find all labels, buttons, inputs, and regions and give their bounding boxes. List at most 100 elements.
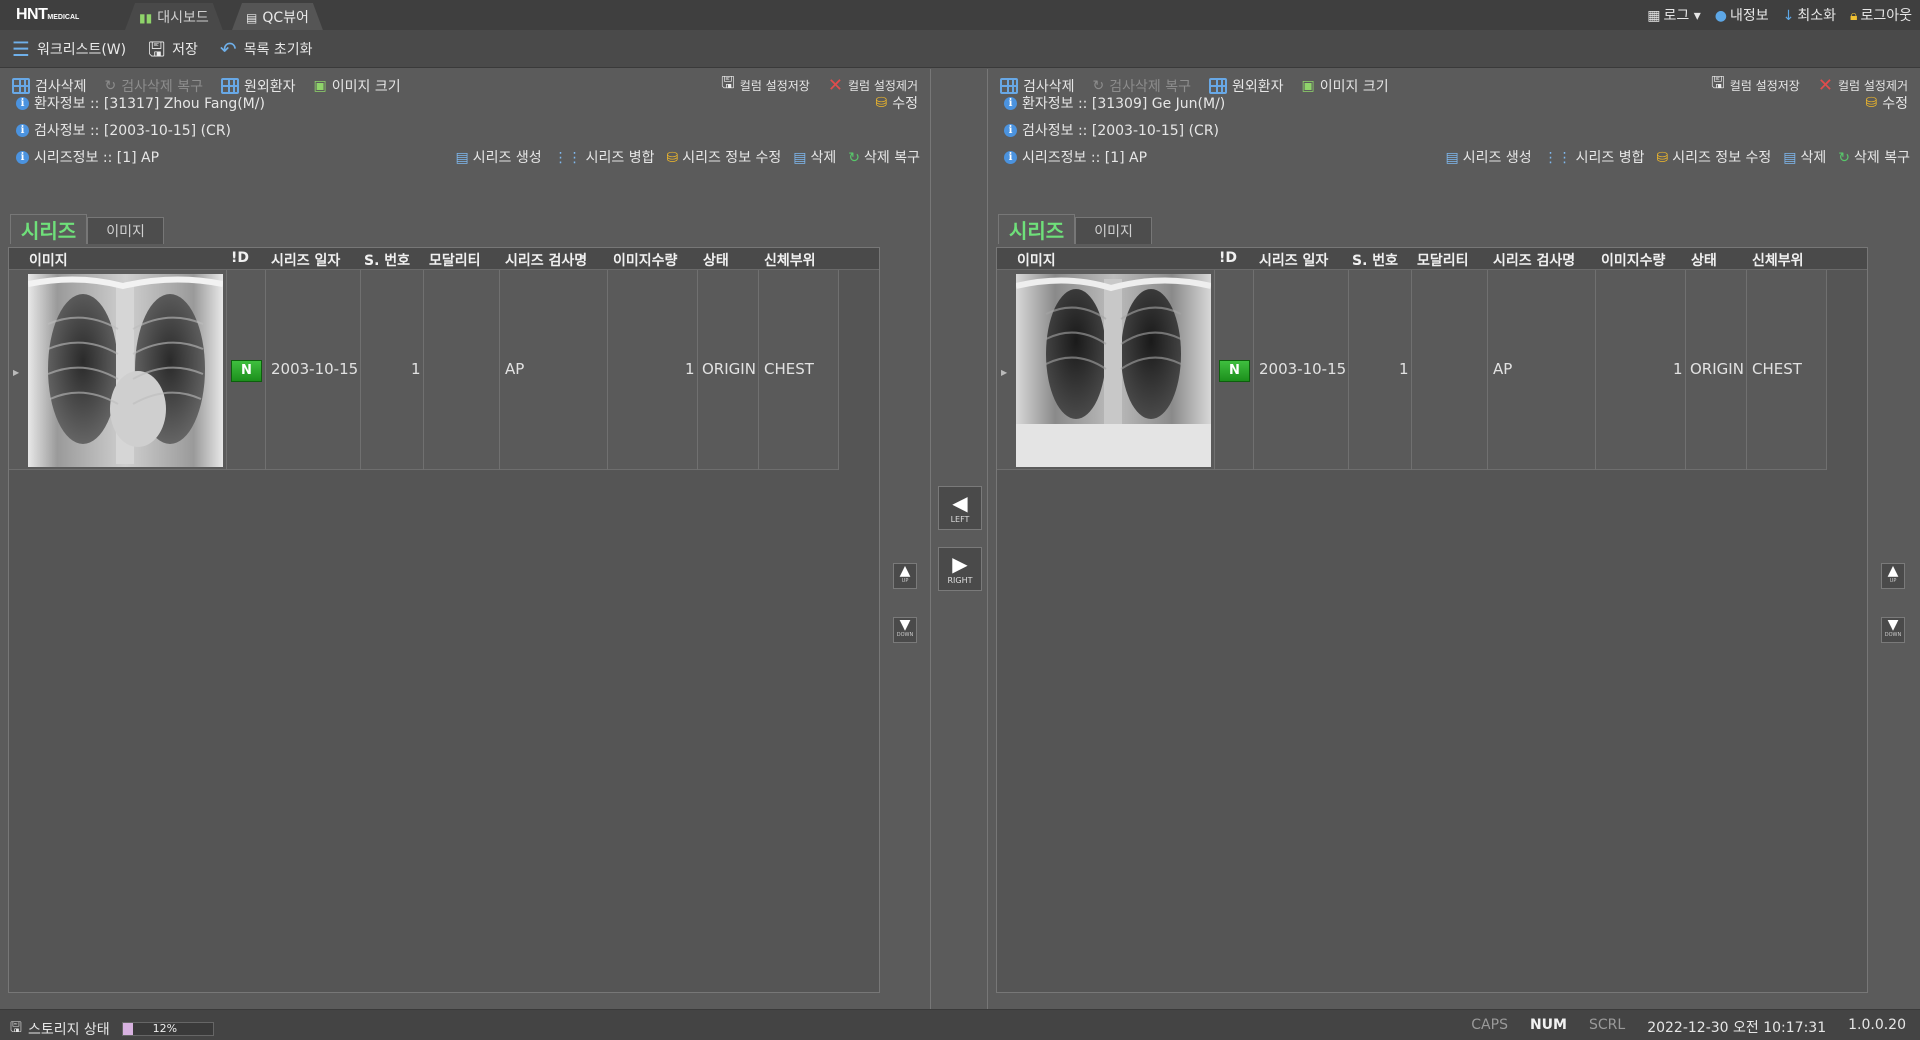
floppy-icon: 🖫︎ bbox=[148, 36, 166, 61]
col-modality[interactable]: 모달리티 bbox=[1417, 250, 1469, 270]
grid-divider bbox=[1746, 270, 1747, 470]
list-delete-icon: ▤ bbox=[1783, 150, 1797, 166]
move-up-button[interactable]: ▲ UP bbox=[893, 563, 917, 589]
triangle-right-icon: ▶ bbox=[952, 552, 968, 576]
grid-divider bbox=[838, 270, 839, 470]
edit-button[interactable]: ⛁ 수정 bbox=[876, 93, 919, 113]
worklist-button[interactable]: ☰ 워크리스트(W) bbox=[12, 39, 126, 59]
move-up-button[interactable]: ▲ UP bbox=[1881, 563, 1905, 589]
picture-icon: ▣ bbox=[313, 77, 327, 94]
series-grid: 이미지 !D 시리즈 일자 S. 번호 모달리티 시리즈 검사명 이미지수량 상… bbox=[996, 247, 1868, 993]
grid-divider bbox=[697, 270, 698, 470]
info-icon: i bbox=[1004, 150, 1017, 164]
cell-image-count: 1 bbox=[1673, 360, 1683, 378]
grid-divider bbox=[360, 270, 361, 470]
close-icon: ✕ bbox=[1817, 75, 1833, 96]
triangle-down-icon: ▼ bbox=[1887, 617, 1899, 633]
move-left-button[interactable]: ◀ LEFT bbox=[938, 486, 982, 530]
image-size-button[interactable]: ▣ 이미지 크기 bbox=[314, 76, 401, 96]
restore-series-button[interactable]: ↻ 삭제 복구 bbox=[1838, 147, 1910, 167]
id-badge: N bbox=[1219, 360, 1250, 382]
tab-series[interactable]: 시리즈 bbox=[998, 214, 1076, 244]
col-body-part[interactable]: 신체부위 bbox=[764, 250, 816, 270]
save-button[interactable]: 🖫︎ 저장 bbox=[148, 39, 198, 59]
info-icon: i bbox=[16, 150, 29, 164]
col-status[interactable]: 상태 bbox=[703, 250, 729, 270]
xray-thumbnail[interactable] bbox=[1016, 274, 1211, 467]
cell-status: ORIGIN bbox=[1690, 360, 1744, 378]
merge-series-button[interactable]: ⋮⋮ 시리즈 병합 bbox=[1544, 147, 1645, 167]
my-info-button[interactable]: ● 내정보 bbox=[1715, 5, 1769, 25]
move-down-button[interactable]: ▼ DOWN bbox=[1881, 617, 1905, 643]
triangle-up-icon: ▲ bbox=[899, 563, 911, 579]
tab-dashboard[interactable]: ▮▮ 대시보드 bbox=[125, 3, 223, 30]
series-info: i 시리즈정보 :: [1] AP bbox=[16, 147, 159, 167]
info-icon: i bbox=[16, 123, 29, 137]
col-image[interactable]: 이미지 bbox=[1017, 250, 1056, 270]
tab-series[interactable]: 시리즈 bbox=[10, 214, 88, 244]
triangle-down-icon: ▼ bbox=[899, 617, 911, 633]
tab-image[interactable]: 이미지 bbox=[87, 217, 164, 244]
save-columns-button[interactable]: 🖫︎ 컬럼 설정저장 bbox=[1711, 72, 1800, 99]
study-info: i 검사정보 :: [2003-10-15] (CR) bbox=[1004, 120, 1219, 140]
top-right-menu: ▦ 로그 ▾ ● 내정보 ↓ 최소화 🔒︎ 로그아웃 bbox=[1647, 5, 1912, 25]
coins-icon: ⛁ bbox=[666, 150, 679, 166]
edit-series-button[interactable]: ⛁ 시리즈 정보 수정 bbox=[666, 147, 781, 167]
restore-series-button[interactable]: ↻ 삭제 복구 bbox=[848, 147, 920, 167]
save-columns-button[interactable]: 🖫︎ 컬럼 설정저장 bbox=[721, 72, 810, 99]
col-image-count[interactable]: 이미지수량 bbox=[1601, 250, 1665, 270]
grid-edit-icon bbox=[221, 77, 239, 94]
tab-image[interactable]: 이미지 bbox=[1075, 217, 1152, 244]
grid-delete-icon bbox=[12, 77, 30, 94]
grid-header: 이미지 !D 시리즈 일자 S. 번호 모달리티 시리즈 검사명 이미지수량 상… bbox=[997, 248, 1867, 270]
xray-thumbnail[interactable] bbox=[28, 274, 223, 467]
refresh-icon: ↻ bbox=[1838, 150, 1851, 166]
col-status[interactable]: 상태 bbox=[1691, 250, 1717, 270]
col-s-no[interactable]: S. 번호 bbox=[364, 250, 410, 270]
grid-divider bbox=[1348, 270, 1349, 470]
merge-icon: ⋮⋮ bbox=[553, 150, 582, 166]
log-icon: ▦ bbox=[1647, 8, 1661, 24]
col-body-part[interactable]: 신체부위 bbox=[1752, 250, 1804, 270]
reset-list-button[interactable]: ↶ 목록 초기화 bbox=[220, 39, 313, 59]
col-image[interactable]: 이미지 bbox=[29, 250, 68, 270]
list-add-icon: ▤ bbox=[455, 150, 469, 166]
cell-s-no: 1 bbox=[411, 360, 421, 378]
col-id[interactable]: !D bbox=[231, 250, 249, 266]
log-button[interactable]: ▦ 로그 ▾ bbox=[1647, 5, 1700, 25]
caps-indicator: CAPS bbox=[1471, 1017, 1508, 1033]
image-size-button[interactable]: ▣ 이미지 크기 bbox=[1302, 76, 1389, 96]
row-indicator-icon: ▶ bbox=[1001, 368, 1008, 377]
cell-body-part: CHEST bbox=[764, 360, 814, 378]
move-down-button[interactable]: ▼ DOWN bbox=[893, 617, 917, 643]
create-series-button[interactable]: ▤ 시리즈 생성 bbox=[456, 147, 542, 167]
storage-percent: 12% bbox=[152, 1022, 178, 1035]
info-icon: i bbox=[1004, 96, 1017, 110]
col-series-date[interactable]: 시리즈 일자 bbox=[271, 250, 340, 270]
edit-button[interactable]: ⛁ 수정 bbox=[1866, 93, 1909, 113]
col-id[interactable]: !D bbox=[1219, 250, 1237, 266]
create-series-button[interactable]: ▤ 시리즈 생성 bbox=[1446, 147, 1532, 167]
col-series-date[interactable]: 시리즈 일자 bbox=[1259, 250, 1328, 270]
logout-button[interactable]: 🔒︎ 로그아웃 bbox=[1850, 5, 1912, 25]
cell-s-no: 1 bbox=[1399, 360, 1409, 378]
picture-icon: ▣ bbox=[1301, 77, 1315, 94]
delete-series-button[interactable]: ▤ 삭제 bbox=[1783, 147, 1826, 167]
col-series-name[interactable]: 시리즈 검사명 bbox=[1493, 250, 1575, 270]
move-right-button[interactable]: ▶ RIGHT bbox=[938, 547, 982, 591]
grid-divider bbox=[226, 270, 227, 470]
merge-series-button[interactable]: ⋮⋮ 시리즈 병합 bbox=[554, 147, 655, 167]
table-row[interactable]: ▶ N 2003-10-15 1 AP 1 ORIGIN CHEST bbox=[997, 270, 1827, 470]
tab-qc-viewer[interactable]: ▤ QC뷰어 bbox=[232, 3, 323, 30]
grid-divider bbox=[607, 270, 608, 470]
cell-image-count: 1 bbox=[685, 360, 695, 378]
col-s-no[interactable]: S. 번호 bbox=[1352, 250, 1398, 270]
delete-series-button[interactable]: ▤ 삭제 bbox=[793, 147, 836, 167]
col-modality[interactable]: 모달리티 bbox=[429, 250, 481, 270]
table-row[interactable]: ▶ N 2003-10-15 1 AP 1 ORIGIN CHEST bbox=[9, 270, 839, 470]
edit-series-button[interactable]: ⛁ 시리즈 정보 수정 bbox=[1656, 147, 1771, 167]
col-series-name[interactable]: 시리즈 검사명 bbox=[505, 250, 587, 270]
series-actions: ▤ 시리즈 생성 ⋮⋮ 시리즈 병합 ⛁ 시리즈 정보 수정 ▤ 삭제 ↻ 삭제 복구 bbox=[456, 147, 920, 167]
minimize-button[interactable]: ↓ 최소화 bbox=[1783, 5, 1836, 25]
col-image-count[interactable]: 이미지수량 bbox=[613, 250, 677, 270]
